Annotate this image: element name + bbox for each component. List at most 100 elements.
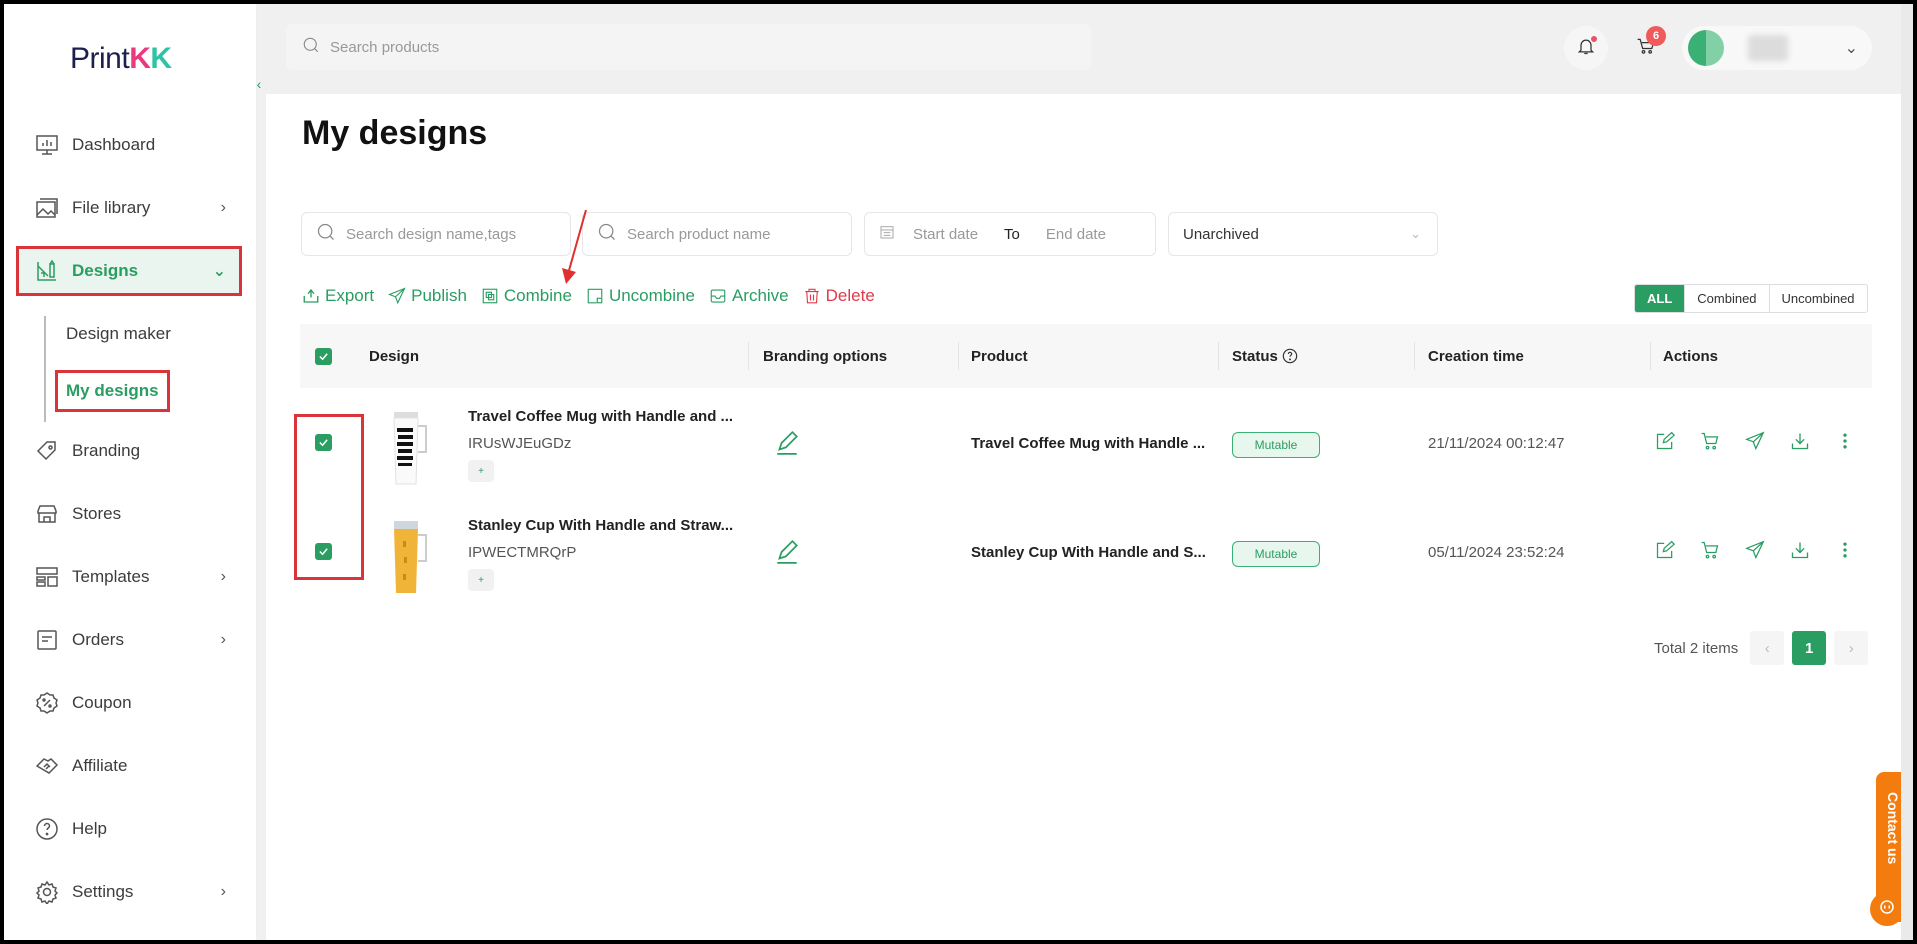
- product-name: Stanley Cup With Handle and S...: [971, 544, 1206, 561]
- chat-bubble-button[interactable]: [1870, 892, 1904, 926]
- printkk-logo[interactable]: PrintKK: [70, 42, 172, 76]
- search-icon: [302, 36, 320, 58]
- product-search-placeholder: Search product name: [627, 225, 771, 243]
- product-search-input[interactable]: Search products: [286, 24, 1091, 70]
- search-icon: [597, 222, 617, 246]
- app-frame: PrintKK Dashboard File library › Designs…: [4, 4, 1913, 940]
- toggle-combined[interactable]: Combined: [1684, 285, 1768, 312]
- export-button[interactable]: Export: [302, 286, 374, 306]
- sidebar-item-orders[interactable]: Orders ›: [16, 615, 242, 665]
- sidebar-item-designs[interactable]: Designs ⌄: [16, 246, 242, 296]
- combine-button[interactable]: Combine: [481, 286, 572, 306]
- sidebar-item-label: Branding: [72, 441, 141, 460]
- add-tag-button[interactable]: +: [468, 569, 494, 591]
- paper-plane-icon[interactable]: [1732, 431, 1777, 451]
- header-design: Design: [369, 347, 420, 365]
- download-icon[interactable]: [1777, 540, 1822, 560]
- publish-label: Publish: [411, 286, 467, 305]
- page-button[interactable]: 1: [1792, 631, 1827, 665]
- column-divider: [748, 342, 749, 370]
- delete-button[interactable]: Delete: [803, 286, 875, 306]
- edit-icon[interactable]: [1642, 540, 1687, 560]
- design-thumbnail[interactable]: [386, 519, 436, 599]
- product-name: Travel Coffee Mug with Handle ...: [971, 435, 1206, 452]
- chevron-down-icon: ⌄: [1410, 226, 1421, 241]
- notifications-button[interactable]: [1564, 26, 1608, 70]
- page-scrollbar[interactable]: [1901, 4, 1913, 940]
- templates-icon: [34, 564, 60, 590]
- paper-plane-icon[interactable]: [1732, 540, 1777, 560]
- row-actions: [1642, 540, 1867, 560]
- select-all-checkbox[interactable]: [315, 324, 332, 388]
- toggle-all[interactable]: ALL: [1635, 285, 1685, 312]
- publish-button[interactable]: Publish: [388, 286, 467, 306]
- cart-count-badge: 6: [1646, 26, 1666, 46]
- trash-icon: [803, 287, 821, 305]
- image-library-icon: [34, 195, 60, 221]
- uncombine-button[interactable]: Uncombine: [586, 286, 695, 306]
- topbar-actions: 6 ⌄: [1564, 26, 1872, 70]
- cart-icon[interactable]: [1687, 431, 1732, 451]
- export-label: Export: [325, 286, 375, 305]
- creation-time: 05/11/2024 23:52:24: [1428, 544, 1565, 561]
- edit-branding-pencil-icon[interactable]: [774, 539, 800, 565]
- help-circle-icon[interactable]: [1282, 348, 1298, 364]
- sidebar-item-file-library[interactable]: File library ›: [16, 183, 242, 233]
- logo-k1: K: [129, 42, 151, 75]
- sidebar-subitem-my-designs[interactable]: My designs: [55, 370, 170, 412]
- contact-us-label: Contact us: [1885, 792, 1901, 865]
- logo-text: Print: [70, 42, 130, 75]
- edit-icon[interactable]: [1642, 431, 1687, 451]
- orders-icon: [34, 627, 60, 653]
- collapse-sidebar-button[interactable]: ‹: [252, 72, 266, 96]
- sidebar-item-affiliate[interactable]: Affiliate: [16, 741, 242, 791]
- gear-icon: [34, 879, 60, 905]
- sidebar: PrintKK Dashboard File library › Designs…: [4, 4, 257, 940]
- sidebar-item-help[interactable]: Help: [16, 804, 242, 854]
- design-thumbnail[interactable]: [386, 410, 436, 490]
- cart-button[interactable]: 6: [1624, 26, 1668, 70]
- archive-status-select[interactable]: Unarchived ⌄: [1168, 212, 1438, 256]
- chevron-right-icon: ›: [220, 199, 226, 216]
- sidebar-item-templates[interactable]: Templates ›: [16, 552, 242, 602]
- edit-branding-pencil-icon[interactable]: [774, 430, 800, 456]
- date-range-picker[interactable]: Start date To End date: [864, 212, 1156, 256]
- sidebar-item-stores[interactable]: Stores: [16, 489, 242, 539]
- sidebar-item-dashboard[interactable]: Dashboard: [16, 120, 242, 170]
- page-title: My designs: [302, 114, 488, 152]
- search-icon: [316, 222, 336, 246]
- sidebar-item-label: Help: [72, 819, 107, 838]
- product-name-search-input[interactable]: Search product name: [582, 212, 852, 256]
- toggle-uncombined[interactable]: Uncombined: [1768, 285, 1867, 312]
- prev-page-button[interactable]: ‹: [1750, 631, 1785, 665]
- more-vertical-icon[interactable]: [1822, 540, 1867, 560]
- user-menu[interactable]: ⌄: [1682, 26, 1872, 70]
- sidebar-item-label: Coupon: [72, 693, 132, 712]
- sidebar-item-label: Settings: [72, 882, 134, 901]
- sidebar-item-coupon[interactable]: Coupon: [16, 678, 242, 728]
- cart-icon[interactable]: [1687, 540, 1732, 560]
- sidebar-subitem-design-maker[interactable]: Design maker: [66, 324, 171, 344]
- download-icon[interactable]: [1777, 431, 1822, 451]
- next-page-button[interactable]: ›: [1834, 631, 1869, 665]
- designs-icon: [34, 258, 60, 284]
- archive-button[interactable]: Archive: [709, 286, 789, 306]
- sidebar-item-settings[interactable]: Settings ›: [16, 867, 242, 917]
- header-actions: Actions: [1663, 347, 1719, 365]
- design-name[interactable]: Stanley Cup With Handle and Straw...: [468, 517, 733, 534]
- table-row: Stanley Cup With Handle and Straw... IPW…: [300, 499, 1872, 609]
- add-tag-button[interactable]: +: [468, 460, 494, 482]
- archive-select-value: Unarchived: [1183, 225, 1259, 243]
- archive-label: Archive: [731, 286, 789, 305]
- design-name[interactable]: Travel Coffee Mug with Handle and ...: [468, 408, 733, 425]
- more-vertical-icon[interactable]: [1822, 431, 1867, 451]
- sidebar-item-branding[interactable]: Branding: [16, 426, 242, 476]
- end-date-input[interactable]: End date: [1046, 226, 1106, 243]
- date-to-label: To: [1004, 225, 1020, 243]
- design-search-input[interactable]: Search design name,tags: [301, 212, 571, 256]
- tag-icon: [34, 438, 60, 464]
- design-code: IRUsWJEuGDz: [468, 435, 572, 452]
- column-divider: [1650, 342, 1651, 370]
- design-code: IPWECTMRQrP: [468, 544, 577, 561]
- start-date-input[interactable]: Start date: [913, 226, 978, 243]
